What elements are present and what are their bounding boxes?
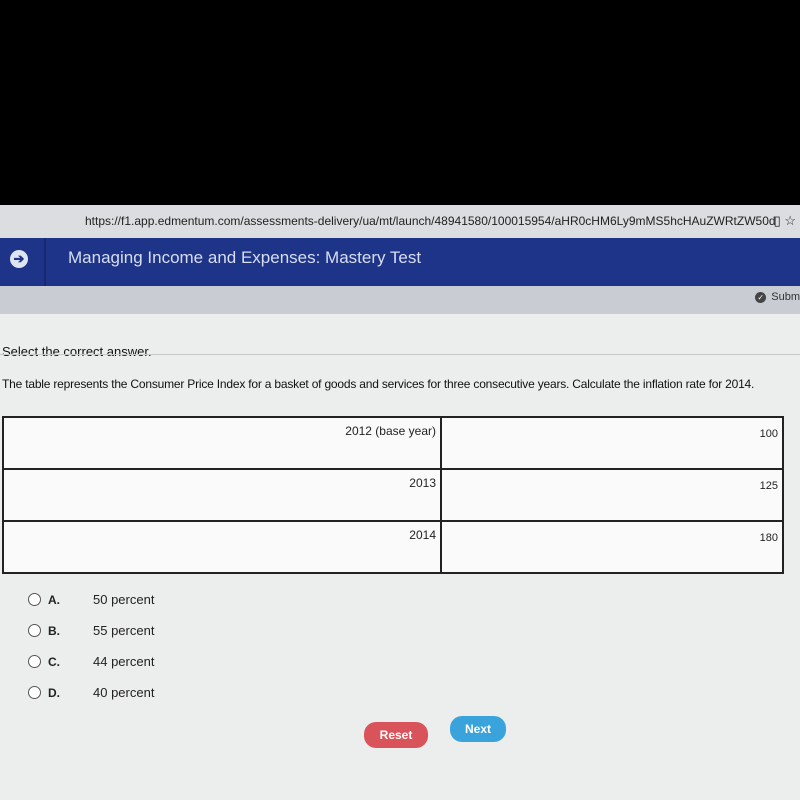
- radio-button[interactable]: [28, 686, 41, 699]
- option-text: 44 percent: [93, 654, 155, 669]
- year-cell: 2014: [2, 520, 442, 574]
- option-text: 40 percent: [93, 685, 155, 700]
- option-text: 50 percent: [93, 592, 155, 607]
- radio-button[interactable]: [28, 655, 41, 668]
- option-letter: D.: [48, 685, 60, 700]
- divider: [0, 354, 800, 355]
- url-text[interactable]: https://f1.app.edmentum.com/assessments-…: [85, 214, 776, 228]
- browser-address-bar[interactable]: https://f1.app.edmentum.com/assessments-…: [0, 205, 800, 240]
- reset-button[interactable]: Reset: [364, 722, 428, 748]
- year-cell: 2013: [2, 468, 442, 522]
- page-title: Managing Income and Expenses: Mastery Te…: [68, 248, 422, 267]
- cpi-table: 2012 (base year) 100 2013 125 2014 180: [2, 416, 784, 574]
- answer-options: A. 50 percent B. 55 percent C. 44 percent D…: [28, 584, 154, 708]
- instruction-text: Select the correct answer.: [2, 344, 152, 359]
- table-row: 2014 180: [2, 520, 784, 574]
- radio-button[interactable]: [28, 624, 41, 637]
- radio-button[interactable]: [28, 593, 41, 606]
- option-b[interactable]: B. 55 percent: [28, 615, 154, 646]
- next-button[interactable]: Next: [450, 716, 506, 742]
- option-d[interactable]: D. 40 percent: [28, 677, 154, 708]
- cpi-cell: 125: [440, 468, 784, 522]
- submit-label: Subm: [771, 291, 800, 303]
- reader-icon[interactable]: ▯: [774, 213, 781, 228]
- question-panel: Select the correct answer. The table rep…: [0, 314, 800, 800]
- toolbar: ✓ Subm: [0, 286, 800, 314]
- check-circle-icon: ✓: [755, 292, 767, 303]
- cpi-cell: 180: [440, 520, 784, 574]
- app-header: ➔ Managing Income and Expenses: Mastery …: [0, 238, 800, 286]
- star-icon[interactable]: ☆: [784, 213, 796, 228]
- year-cell: 2012 (base year): [2, 416, 442, 470]
- option-text: 55 percent: [93, 623, 155, 638]
- option-letter: B.: [48, 623, 60, 638]
- divider: [44, 238, 46, 286]
- cpi-cell: 100: [440, 416, 784, 470]
- option-a[interactable]: A. 50 percent: [28, 584, 154, 615]
- option-letter: C.: [48, 654, 60, 669]
- table-row: 2013 125: [2, 468, 784, 522]
- submit-button[interactable]: ✓ Subm: [755, 291, 800, 303]
- option-letter: A.: [48, 592, 60, 607]
- table-row: 2012 (base year) 100: [2, 416, 784, 470]
- arrow-right-circle-icon[interactable]: ➔: [10, 250, 28, 268]
- question-text: The table represents the Consumer Price …: [2, 377, 755, 391]
- option-c[interactable]: C. 44 percent: [28, 646, 154, 677]
